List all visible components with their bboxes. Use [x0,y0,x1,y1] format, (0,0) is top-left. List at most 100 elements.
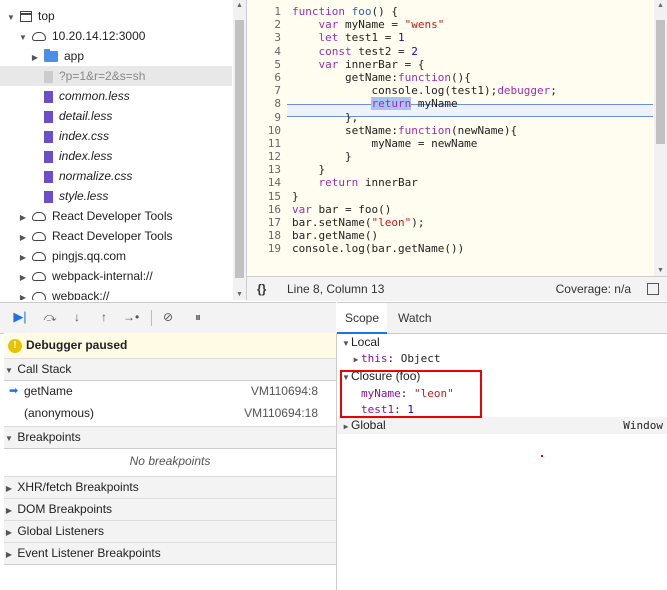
collapse-triangle-icon[interactable]: ▶ [18,208,28,228]
line-number[interactable]: 14 [247,176,285,189]
tree-item[interactable]: style.less [0,186,232,206]
section-label: XHR/fetch Breakpoints [17,480,139,494]
collapse-triangle-icon[interactable]: ▶ [18,228,28,248]
deactivate-breakpoints-icon[interactable]: ⊘ [160,309,176,325]
event-listener-breakpoints-header[interactable]: ▶ Event Listener Breakpoints [4,542,336,565]
collapse-triangle-icon: ▶ [5,528,13,537]
xhr-breakpoints-header[interactable]: ▶ XHR/fetch Breakpoints [4,476,336,499]
pause-on-exceptions-icon[interactable]: ⏸ [190,309,206,325]
line-number-gutter[interactable]: 1 2 3 4 5 6 7 8 9 10 11 12 13 14 15 16 17 18 19 [247,5,285,256]
line-number[interactable]: 19 [247,242,285,255]
source-code[interactable]: function foo() { var myName = "wens" let… [292,5,653,256]
scroll-down-icon[interactable]: ▼ [654,267,667,274]
line-number[interactable]: 2 [247,18,285,31]
cursor-position: Line 8, Column 13 [287,282,385,296]
pretty-print-icon[interactable]: {} [257,277,266,301]
tab-watch[interactable]: Watch [390,303,440,333]
tree-item[interactable]: index.less [0,146,232,166]
tree-item-label: React Developer Tools [52,229,173,243]
scope-local[interactable]: ▼Local [341,334,380,351]
line-number[interactable]: 15 [247,190,285,203]
scope-global[interactable]: ▶ Global Window [337,417,667,434]
tree-item[interactable]: index.css [0,126,232,146]
global-listeners-header[interactable]: ▶ Global Listeners [4,520,336,543]
frame-location[interactable]: VM110694:8 [251,381,318,402]
tree-item[interactable]: ▶ pingjs.qq.com [0,246,232,266]
line-number[interactable]: 18 [247,229,285,242]
expand-triangle-icon[interactable]: ▼ [18,28,28,48]
step-into-icon[interactable]: ↓ [69,309,85,325]
tree-item[interactable]: ▶ app [0,46,232,66]
frame-location[interactable]: VM110694:18 [244,403,318,424]
collapse-triangle-icon[interactable]: ▶ [18,288,28,300]
scroll-up-icon[interactable]: ▲ [654,2,667,9]
dom-breakpoints-header[interactable]: ▶ DOM Breakpoints [4,498,336,521]
line-number[interactable]: 13 [247,163,285,176]
breakpoints-header[interactable]: ▼ Breakpoints [4,426,336,449]
toolbar-divider [151,310,152,326]
section-label: Event Listener Breakpoints [17,546,161,560]
file-icon [44,110,53,123]
line-number[interactable]: 8 [247,97,285,110]
line-number[interactable]: 9 [247,111,285,124]
tree-item[interactable]: normalize.css [0,166,232,186]
resume-icon[interactable]: ▶| [12,309,28,325]
sidebar-tabs: Scope Watch [337,302,667,334]
tree-item[interactable]: ▶ webpack:// [0,286,232,300]
step-icon[interactable]: →• [123,309,139,325]
collapse-triangle-icon[interactable]: ▶ [18,248,28,268]
tree-item[interactable]: ▶ webpack-internal:// [0,266,232,286]
line-number[interactable]: 6 [247,71,285,84]
tree-item[interactable]: ?p=1&r=2&s=sh [0,66,232,86]
tree-item[interactable]: ▶ React Developer Tools [0,226,232,246]
line-number[interactable]: 7 [247,84,285,97]
line-number[interactable]: 17 [247,216,285,229]
line-number[interactable]: 1 [247,5,285,18]
property-key: this [361,352,388,365]
line-number[interactable]: 3 [247,31,285,44]
collapse-triangle-icon[interactable]: ▶ [18,268,28,288]
line-number[interactable]: 16 [247,203,285,216]
coverage-toggle-icon[interactable] [647,283,659,295]
collapse-triangle-icon[interactable]: ▶ [30,48,40,68]
info-icon: ! [8,338,22,353]
debugger-toolbar: ▶| ⤼ ↓ ↑ →• ⊘ ⏸ [0,302,336,334]
tree-item[interactable]: ▶ React Developer Tools [0,206,232,226]
expand-triangle-icon[interactable]: ▼ [6,8,16,28]
scrollbar-thumb[interactable] [656,20,665,144]
tree-item[interactable]: ▼ top [0,6,232,26]
file-navigator: ▼ top ▼ 10.20.14.12:3000 ▶ app ?p=1&r=2&s=sh co… [0,0,247,300]
scroll-down-icon[interactable]: ▼ [233,291,246,298]
tree-item[interactable]: ▼ 10.20.14.12:3000 [0,26,232,46]
call-frame[interactable]: ➡ getName VM110694:8 [4,381,336,402]
expand-triangle-icon: ▼ [5,366,13,375]
file-icon [44,170,53,183]
expand-triangle-icon: ▼ [342,339,350,348]
line-number[interactable]: 4 [247,45,285,58]
line-number[interactable]: 11 [247,137,285,150]
tree-item-label: index.less [59,149,113,163]
line-number[interactable]: 10 [247,124,285,137]
code-editor[interactable]: 1 2 3 4 5 6 7 8 9 10 11 12 13 14 15 16 17 18 19 function f… [247,0,667,277]
collapse-triangle-icon: ▶ [5,506,13,515]
section-label: DOM Breakpoints [17,502,113,516]
section-label: Global Listeners [17,524,105,538]
editor-scrollbar[interactable]: ▲ ▼ [654,0,667,276]
frame-name: getName [24,384,73,398]
step-out-icon[interactable]: ↑ [96,309,112,325]
tree-item[interactable]: detail.less [0,106,232,126]
tree-item[interactable]: common.less [0,86,232,106]
tree-scrollbar[interactable]: ▲ ▼ [233,0,246,300]
scope-property-this[interactable]: ▶ this: Object [351,350,441,367]
line-number[interactable]: 5 [247,58,285,71]
call-stack-header[interactable]: ▼ Call Stack [4,358,336,381]
call-frame[interactable]: (anonymous) VM110694:18 [4,403,336,424]
tree-item-label: top [38,9,55,23]
scrollbar-thumb[interactable] [235,20,244,278]
line-number[interactable]: 12 [247,150,285,163]
editor-status-bar: {} Line 8, Column 13 Coverage: n/a [247,276,667,301]
tab-scope[interactable]: Scope [337,303,388,334]
scroll-up-icon[interactable]: ▲ [233,2,246,9]
step-over-icon[interactable]: ⤼ [42,309,58,325]
tree-item-label: pingjs.qq.com [52,249,127,263]
